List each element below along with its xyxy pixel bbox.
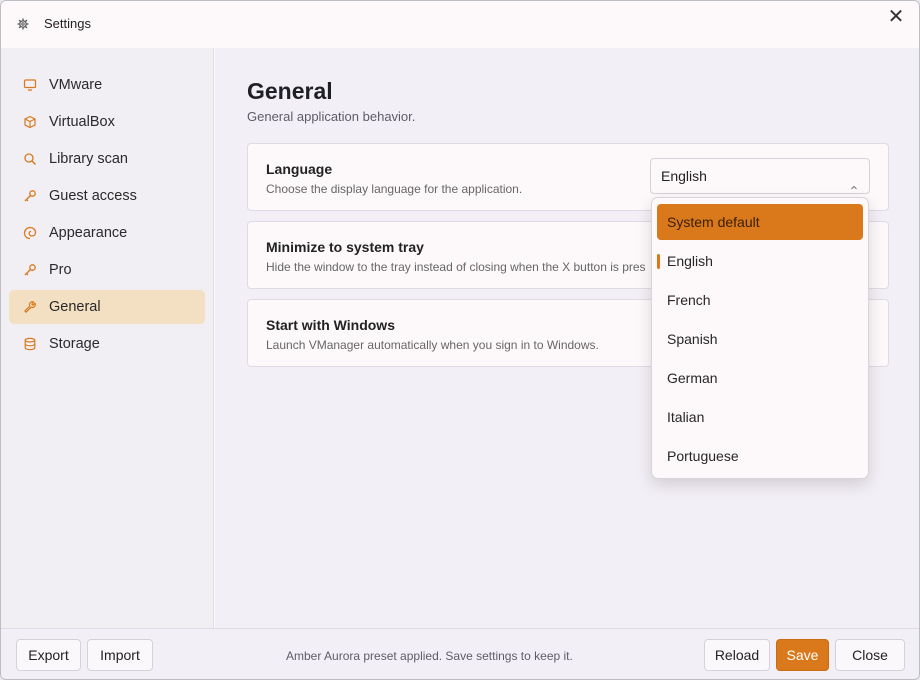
- sidebar-item-appearance[interactable]: Appearance: [9, 216, 205, 250]
- sidebar-item-label: Appearance: [49, 225, 128, 241]
- sidebar-item-vmware[interactable]: VMware: [9, 68, 205, 102]
- sidebar-item-label: Library scan: [49, 151, 128, 167]
- sidebar-item-label: Pro: [49, 262, 72, 278]
- window-title: Settings: [44, 16, 91, 31]
- sidebar-item-pro[interactable]: Pro: [9, 253, 205, 287]
- close-window-button[interactable]: ✕: [885, 7, 907, 27]
- sidebar-item-library-scan[interactable]: Library scan: [9, 142, 205, 176]
- import-button[interactable]: Import: [87, 639, 153, 671]
- option-german[interactable]: German: [657, 360, 863, 396]
- key-icon: [23, 189, 37, 203]
- option-portuguese[interactable]: Portuguese: [657, 438, 863, 474]
- card-description: Launch VManager automatically when you s…: [266, 338, 599, 352]
- sidebar-item-guest-access[interactable]: Guest access: [9, 179, 205, 213]
- wrench-icon: [23, 300, 37, 314]
- option-spanish[interactable]: Spanish: [657, 321, 863, 357]
- search-icon: [23, 152, 37, 166]
- sidebar-item-general[interactable]: General: [9, 290, 205, 324]
- option-label: English: [667, 253, 713, 269]
- page-subtitle: General application behavior.: [247, 109, 416, 124]
- option-french[interactable]: French: [657, 282, 863, 318]
- sidebar-item-label: Storage: [49, 336, 100, 352]
- key-icon: [23, 263, 37, 277]
- option-italian[interactable]: Italian: [657, 399, 863, 435]
- card-title: Minimize to system tray: [266, 239, 424, 255]
- page-title: General: [247, 78, 333, 104]
- card-title: Language: [266, 161, 333, 177]
- sidebar-item-label: Guest access: [49, 188, 137, 204]
- sidebar-item-storage[interactable]: Storage: [9, 327, 205, 361]
- selected-indicator: [657, 254, 660, 269]
- language-dropdown: System default English French Spanish Ge…: [651, 197, 869, 479]
- sidebar-item-virtualbox[interactable]: VirtualBox: [9, 105, 205, 139]
- card-description: Hide the window to the tray instead of c…: [266, 260, 646, 274]
- database-icon: [23, 337, 37, 351]
- status-text: Amber Aurora preset applied. Save settin…: [286, 649, 573, 663]
- sidebar: VMware VirtualBox Library scan Guest acc…: [1, 48, 214, 628]
- cube-icon: [23, 115, 37, 129]
- settings-window: Settings ✕ VMware VirtualBox Library sca…: [0, 0, 920, 680]
- chevron-up-icon: [849, 171, 859, 190]
- monitor-icon: [23, 78, 37, 92]
- save-button[interactable]: Save: [776, 639, 829, 671]
- option-system-default[interactable]: System default: [657, 204, 863, 240]
- close-button[interactable]: Close: [835, 639, 905, 671]
- swirl-icon: [23, 226, 37, 240]
- card-title: Start with Windows: [266, 317, 395, 333]
- export-button[interactable]: Export: [16, 639, 81, 671]
- sidebar-item-label: General: [49, 299, 101, 315]
- footer-bar: Export Import Amber Aurora preset applie…: [1, 628, 919, 679]
- reload-button[interactable]: Reload: [704, 639, 770, 671]
- title-bar: Settings ✕: [1, 1, 919, 48]
- language-select-value: English: [661, 168, 707, 184]
- card-description: Choose the display language for the appl…: [266, 182, 523, 196]
- sidebar-item-label: VirtualBox: [49, 114, 115, 130]
- sidebar-item-label: VMware: [49, 77, 103, 93]
- option-english[interactable]: English: [657, 243, 863, 279]
- gear-icon: [17, 18, 29, 30]
- language-select[interactable]: English: [650, 158, 870, 194]
